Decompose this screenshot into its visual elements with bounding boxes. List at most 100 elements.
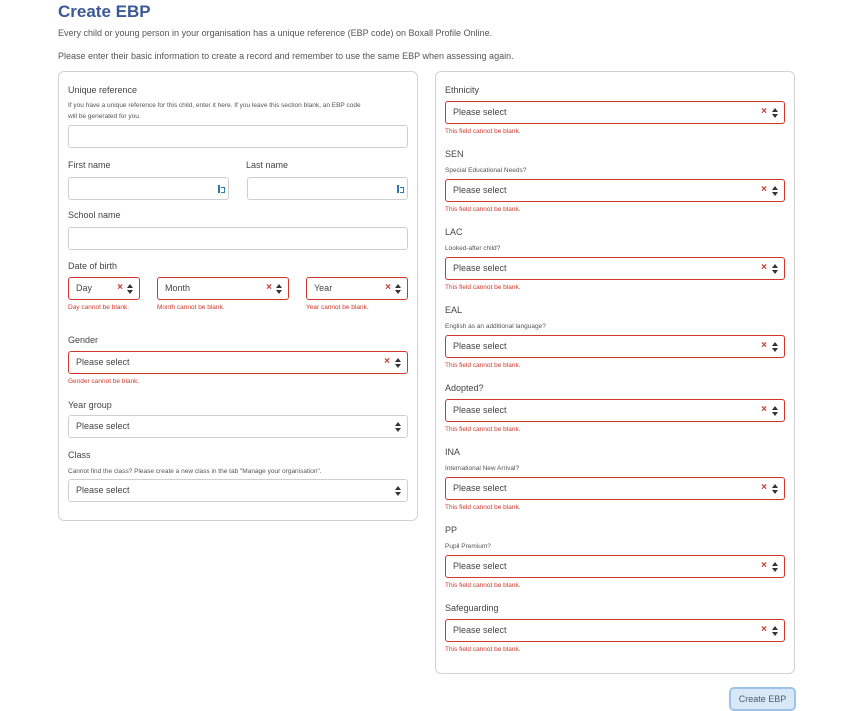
clear-icon[interactable]: × xyxy=(117,282,123,294)
dob-year-error: Year cannot be blank. xyxy=(306,304,369,311)
ethnicity-value: Please select xyxy=(453,107,507,117)
clear-icon[interactable]: × xyxy=(385,282,391,294)
eal-value: Please select xyxy=(453,341,507,351)
adopted-value: Please select xyxy=(453,405,507,415)
first-name-label: First name xyxy=(68,160,111,170)
year-group-label: Year group xyxy=(68,400,112,410)
select-arrows-icon xyxy=(395,422,401,432)
page-title: Create EBP xyxy=(58,2,151,21)
select-arrows-icon xyxy=(127,284,133,294)
safeguarding-label: Safeguarding xyxy=(445,603,499,613)
gender-select[interactable]: Please select × xyxy=(68,351,408,374)
select-arrows-icon xyxy=(276,284,282,294)
sen-select[interactable]: Please select × xyxy=(445,179,785,202)
ina-label: INA xyxy=(445,447,461,457)
ethnicity-label: Ethnicity xyxy=(445,85,480,95)
ina-help: International New Arrival? xyxy=(445,465,520,472)
basic-info-panel: Unique reference If you have a unique re… xyxy=(58,71,418,521)
clear-icon[interactable]: × xyxy=(761,262,767,274)
clear-icon[interactable]: × xyxy=(761,404,767,416)
ina-error: This field cannot be blank. xyxy=(445,504,521,511)
adopted-select[interactable]: Please select × xyxy=(445,399,785,422)
last-name-input[interactable] xyxy=(247,177,408,200)
pp-label: PP xyxy=(445,525,458,535)
school-name-label: School name xyxy=(68,210,121,220)
unique-reference-input[interactable] xyxy=(68,125,408,148)
lac-select[interactable]: Please select × xyxy=(445,257,785,280)
select-arrows-icon xyxy=(395,358,401,368)
ina-select[interactable]: Please select × xyxy=(445,477,785,500)
sen-error: This field cannot be blank. xyxy=(445,206,521,213)
select-arrows-icon xyxy=(772,562,778,572)
ina-value: Please select xyxy=(453,483,507,493)
lac-error: This field cannot be blank. xyxy=(445,284,521,291)
dob-month-error: Month cannot be blank. xyxy=(157,304,225,311)
select-arrows-icon xyxy=(395,284,401,294)
eal-error: This field cannot be blank. xyxy=(445,362,521,369)
select-arrows-icon xyxy=(772,406,778,416)
dob-month-value: Month xyxy=(165,283,191,293)
school-name-input[interactable] xyxy=(68,227,408,250)
gender-error: Gender cannot be blank. xyxy=(68,378,140,385)
pp-value: Please select xyxy=(453,561,507,571)
clear-icon[interactable]: × xyxy=(266,282,272,294)
class-label: Class xyxy=(68,450,91,460)
dob-day-value: Day xyxy=(76,283,93,293)
eal-select[interactable]: Please select × xyxy=(445,335,785,358)
first-name-input[interactable] xyxy=(68,177,229,200)
intro-instructions: Please enter their basic information to … xyxy=(58,51,514,61)
safeguarding-value: Please select xyxy=(453,625,507,635)
create-ebp-button[interactable]: Create EBP xyxy=(729,687,796,711)
select-arrows-icon xyxy=(772,342,778,352)
pp-help: Pupil Premium? xyxy=(445,543,491,550)
gender-value: Please select xyxy=(76,357,130,367)
dob-year-value: Year xyxy=(314,283,333,293)
lac-label: LAC xyxy=(445,227,463,237)
adopted-label: Adopted? xyxy=(445,383,484,393)
ethnicity-error: This field cannot be blank. xyxy=(445,128,521,135)
clear-icon[interactable]: × xyxy=(761,340,767,352)
dob-month-select[interactable]: Month × xyxy=(157,277,289,300)
sen-help: Special Educational Needs? xyxy=(445,167,527,174)
safeguarding-select[interactable]: Please select × xyxy=(445,619,785,642)
clear-icon[interactable]: × xyxy=(384,356,390,368)
select-arrows-icon xyxy=(772,108,778,118)
password-manager-icon[interactable] xyxy=(396,184,404,194)
pp-error: This field cannot be blank. xyxy=(445,582,521,589)
clear-icon[interactable]: × xyxy=(761,624,767,636)
class-help: Cannot find the class? Please create a n… xyxy=(68,468,322,475)
unique-reference-help-line-2: will be generated for you. xyxy=(68,113,141,120)
year-group-select[interactable]: Please select xyxy=(68,415,408,438)
dob-year-select[interactable]: Year × xyxy=(306,277,408,300)
class-select[interactable]: Please select xyxy=(68,479,408,502)
adopted-error: This field cannot be blank. xyxy=(445,426,521,433)
eal-help: English as an additional language? xyxy=(445,323,546,330)
ethnicity-select[interactable]: Please select × xyxy=(445,101,785,124)
clear-icon[interactable]: × xyxy=(761,482,767,494)
clear-icon[interactable]: × xyxy=(761,560,767,572)
select-arrows-icon xyxy=(772,264,778,274)
select-arrows-icon xyxy=(395,486,401,496)
gender-label: Gender xyxy=(68,335,99,345)
last-name-label: Last name xyxy=(246,160,289,170)
select-arrows-icon xyxy=(772,626,778,636)
sen-label: SEN xyxy=(445,149,464,159)
intro-text: Every child or young person in your orga… xyxy=(58,28,493,38)
lac-value: Please select xyxy=(453,263,507,273)
select-arrows-icon xyxy=(772,186,778,196)
dob-day-select[interactable]: Day × xyxy=(68,277,140,300)
unique-reference-help: If you have a unique reference for this … xyxy=(68,100,361,122)
additional-info-panel: Ethnicity Please select × This field can… xyxy=(435,71,795,674)
clear-icon[interactable]: × xyxy=(761,184,767,196)
eal-label: EAL xyxy=(445,305,463,315)
clear-icon[interactable]: × xyxy=(761,106,767,118)
dob-day-error: Day cannot be blank. xyxy=(68,304,130,311)
select-arrows-icon xyxy=(772,484,778,494)
password-manager-icon[interactable] xyxy=(217,184,225,194)
year-group-value: Please select xyxy=(76,421,130,431)
class-value: Please select xyxy=(76,485,130,495)
pp-select[interactable]: Please select × xyxy=(445,555,785,578)
sen-value: Please select xyxy=(453,185,507,195)
dob-label: Date of birth xyxy=(68,261,118,271)
unique-reference-label: Unique reference xyxy=(68,85,138,95)
